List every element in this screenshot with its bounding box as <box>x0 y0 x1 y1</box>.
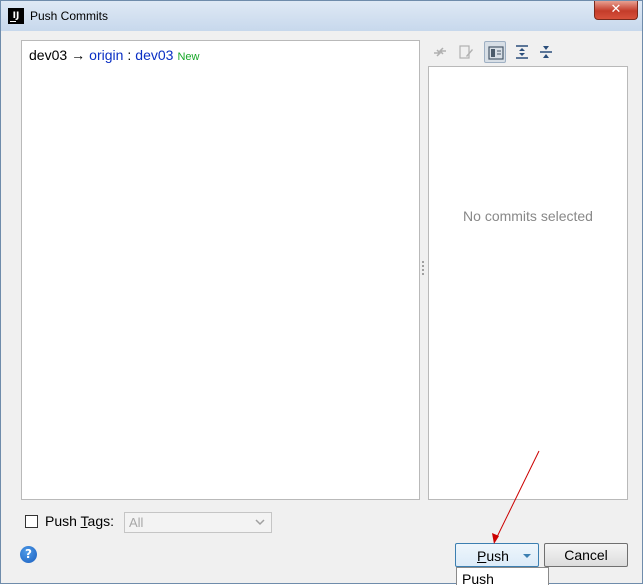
window-title: Push Commits <box>30 9 109 23</box>
cancel-button[interactable]: Cancel <box>544 543 628 567</box>
push-tags-select-value: All <box>129 515 144 530</box>
chevron-down-icon <box>255 519 265 526</box>
expand-all-icon[interactable] <box>511 41 533 63</box>
help-icon[interactable]: ? <box>20 546 37 563</box>
dropdown-arrow-icon[interactable] <box>523 554 531 558</box>
repository-panel: dev03 → origin: dev03 New <box>21 40 420 500</box>
collapse-all-icon[interactable] <box>535 41 557 63</box>
merge-icon[interactable] <box>429 41 451 63</box>
dropdown-item-push[interactable]: Push <box>462 571 494 587</box>
intellij-icon: IJ <box>8 8 24 24</box>
new-branch-badge: New <box>177 51 200 63</box>
remote-name-link[interactable]: origin <box>89 47 123 63</box>
branch-separator: : <box>127 47 132 63</box>
remote-branch-link[interactable]: dev03 <box>135 47 173 63</box>
push-options-dropdown: Push <box>456 567 549 587</box>
push-tags-select[interactable]: All <box>124 512 272 533</box>
push-tags-label[interactable]: Push Tags: <box>45 513 114 529</box>
title-bar[interactable]: IJ Push Commits ✕ <box>1 1 642 31</box>
edit-icon[interactable] <box>455 41 477 63</box>
push-tags-checkbox[interactable] <box>25 515 38 528</box>
push-button[interactable]: Push <box>455 543 539 567</box>
push-target-row[interactable]: dev03 → origin: dev03 New <box>29 47 199 63</box>
local-branch: dev03 <box>29 47 68 63</box>
no-commits-message: No commits selected <box>463 208 593 224</box>
commit-details-panel: No commits selected <box>428 66 628 500</box>
arrow-right-icon: → <box>71 47 86 63</box>
push-button-label: Push <box>477 548 509 564</box>
push-commits-dialog: IJ Push Commits ✕ dev03 → origin: dev03 New <box>0 0 643 587</box>
panel-splitter-handle[interactable] <box>421 261 425 277</box>
close-button[interactable]: ✕ <box>594 1 638 20</box>
group-by-icon[interactable] <box>484 41 506 63</box>
